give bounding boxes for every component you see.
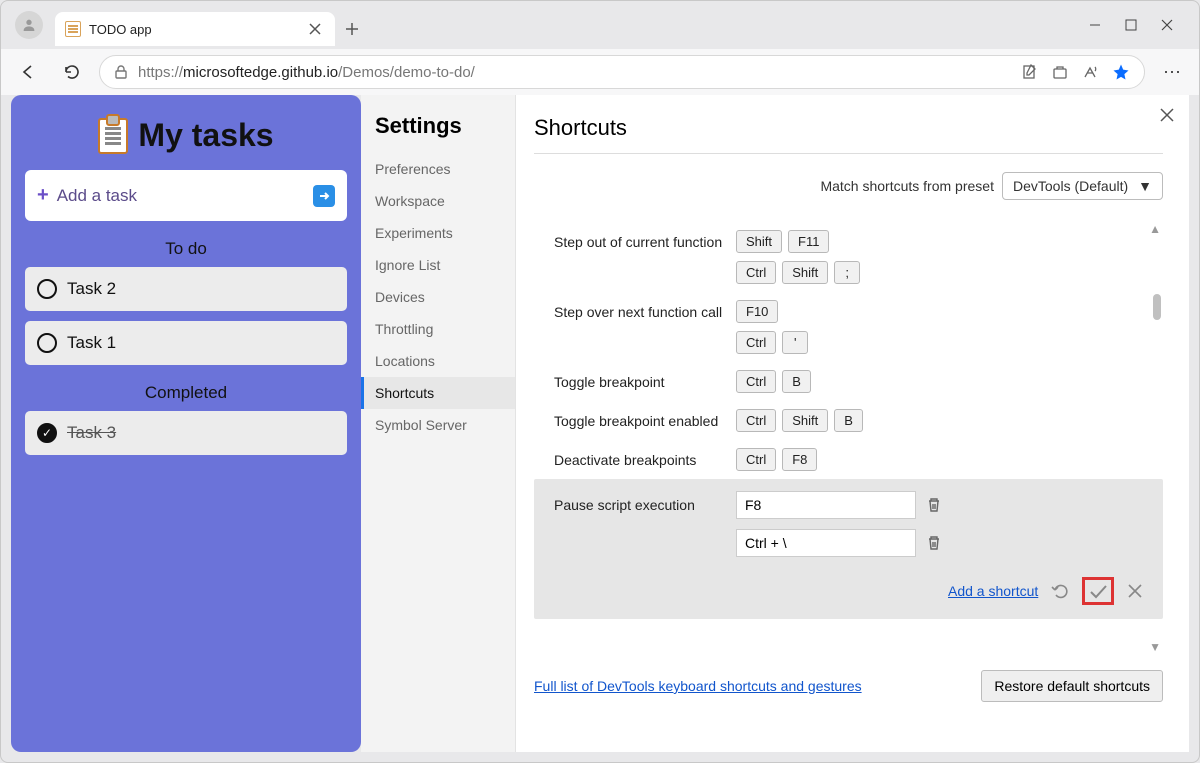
url-text: https://microsoftedge.github.io/Demos/de…	[138, 64, 475, 81]
back-button[interactable]	[11, 55, 45, 89]
favorite-icon[interactable]	[1112, 63, 1130, 81]
preset-select[interactable]: DevTools (Default) ▼	[1002, 172, 1163, 200]
profile-avatar[interactable]	[15, 11, 43, 39]
nav-item-preferences[interactable]: Preferences	[361, 153, 515, 185]
task-checkbox[interactable]	[37, 279, 57, 299]
tab-favicon	[65, 21, 81, 37]
browser-toolbar: https://microsoftedge.github.io/Demos/de…	[1, 49, 1199, 95]
scrollbar-thumb[interactable]	[1153, 294, 1161, 320]
refresh-button[interactable]	[55, 55, 89, 89]
task-item[interactable]: Task 2	[25, 267, 347, 311]
settings-nav: Settings Preferences Workspace Experimen…	[361, 95, 516, 752]
task-checkbox[interactable]	[37, 423, 57, 443]
shortcut-input[interactable]: F8	[736, 491, 916, 519]
window-maximize-icon[interactable]	[1125, 19, 1137, 31]
nav-item-experiments[interactable]: Experiments	[361, 217, 515, 249]
nav-item-workspace[interactable]: Workspace	[361, 185, 515, 217]
restore-defaults-button[interactable]: Restore default shortcuts	[981, 670, 1163, 702]
more-menu-icon[interactable]: ⋯	[1155, 62, 1189, 83]
collections-icon[interactable]	[1052, 64, 1068, 80]
browser-titlebar: TODO app	[1, 1, 1199, 49]
shortcut-row: Step over next function call F10 Ctrl'	[534, 292, 1163, 362]
todo-app: My tasks + Add a task To do Task 2 Task …	[11, 95, 361, 752]
settings-nav-title: Settings	[361, 113, 515, 139]
submit-task-icon[interactable]	[313, 185, 335, 207]
task-item[interactable]: Task 1	[25, 321, 347, 365]
nav-item-throttling[interactable]: Throttling	[361, 313, 515, 345]
delete-shortcut-icon[interactable]	[922, 497, 946, 513]
cancel-icon[interactable]	[1124, 580, 1146, 602]
shortcut-row: Toggle breakpoint CtrlB	[534, 362, 1163, 401]
scroll-down-icon[interactable]: ▼	[1149, 640, 1161, 654]
edit-page-icon[interactable]	[1022, 64, 1038, 80]
window-minimize-icon[interactable]	[1089, 19, 1101, 31]
panel-title: Shortcuts	[534, 115, 1163, 154]
nav-item-ignore-list[interactable]: Ignore List	[361, 249, 515, 281]
shortcut-input[interactable]: Ctrl + \	[736, 529, 916, 557]
chevron-down-icon: ▼	[1138, 178, 1152, 194]
confirm-icon[interactable]	[1082, 577, 1114, 605]
nav-item-symbol-server[interactable]: Symbol Server	[361, 409, 515, 441]
panel-close-icon[interactable]	[1155, 103, 1179, 127]
nav-item-devices[interactable]: Devices	[361, 281, 515, 313]
shortcut-row: Toggle breakpoint enabled CtrlShiftB	[534, 401, 1163, 440]
read-aloud-icon[interactable]	[1082, 64, 1098, 80]
add-task-input[interactable]: + Add a task	[25, 170, 347, 221]
address-bar[interactable]: https://microsoftedge.github.io/Demos/de…	[99, 55, 1145, 89]
tab-title: TODO app	[89, 22, 301, 37]
clipboard-icon	[98, 118, 128, 154]
devtools-settings: Settings Preferences Workspace Experimen…	[361, 95, 1189, 752]
shortcuts-doc-link[interactable]: Full list of DevTools keyboard shortcuts…	[534, 678, 862, 694]
section-completed-label: Completed	[25, 383, 347, 403]
browser-tab[interactable]: TODO app	[55, 12, 335, 46]
task-item[interactable]: Task 3	[25, 411, 347, 455]
shortcut-row-editing: Pause script execution F8 Ctrl + \ Add a…	[534, 479, 1163, 619]
shortcuts-panel: Shortcuts Match shortcuts from preset De…	[516, 95, 1189, 752]
close-tab-icon[interactable]	[309, 23, 325, 35]
window-close-icon[interactable]	[1161, 19, 1173, 31]
app-title: My tasks	[138, 117, 273, 154]
shortcut-list: ▲ Step out of current function ShiftF11 …	[534, 222, 1163, 654]
preset-label: Match shortcuts from preset	[820, 178, 994, 194]
new-tab-button[interactable]	[335, 12, 369, 46]
plus-icon: +	[37, 184, 49, 207]
add-task-placeholder: Add a task	[57, 186, 137, 206]
shortcut-row: Step out of current function ShiftF11 Ct…	[534, 222, 1163, 292]
shortcut-row: Deactivate breakpoints CtrlF8	[534, 440, 1163, 479]
section-todo-label: To do	[25, 239, 347, 259]
nav-item-locations[interactable]: Locations	[361, 345, 515, 377]
scroll-up-icon[interactable]: ▲	[1149, 222, 1161, 236]
window-controls	[1089, 19, 1191, 31]
lock-icon	[114, 65, 128, 79]
add-shortcut-link[interactable]: Add a shortcut	[948, 583, 1038, 599]
revert-icon[interactable]	[1048, 579, 1072, 603]
task-checkbox[interactable]	[37, 333, 57, 353]
delete-shortcut-icon[interactable]	[922, 535, 946, 551]
nav-item-shortcuts[interactable]: Shortcuts	[361, 377, 515, 409]
